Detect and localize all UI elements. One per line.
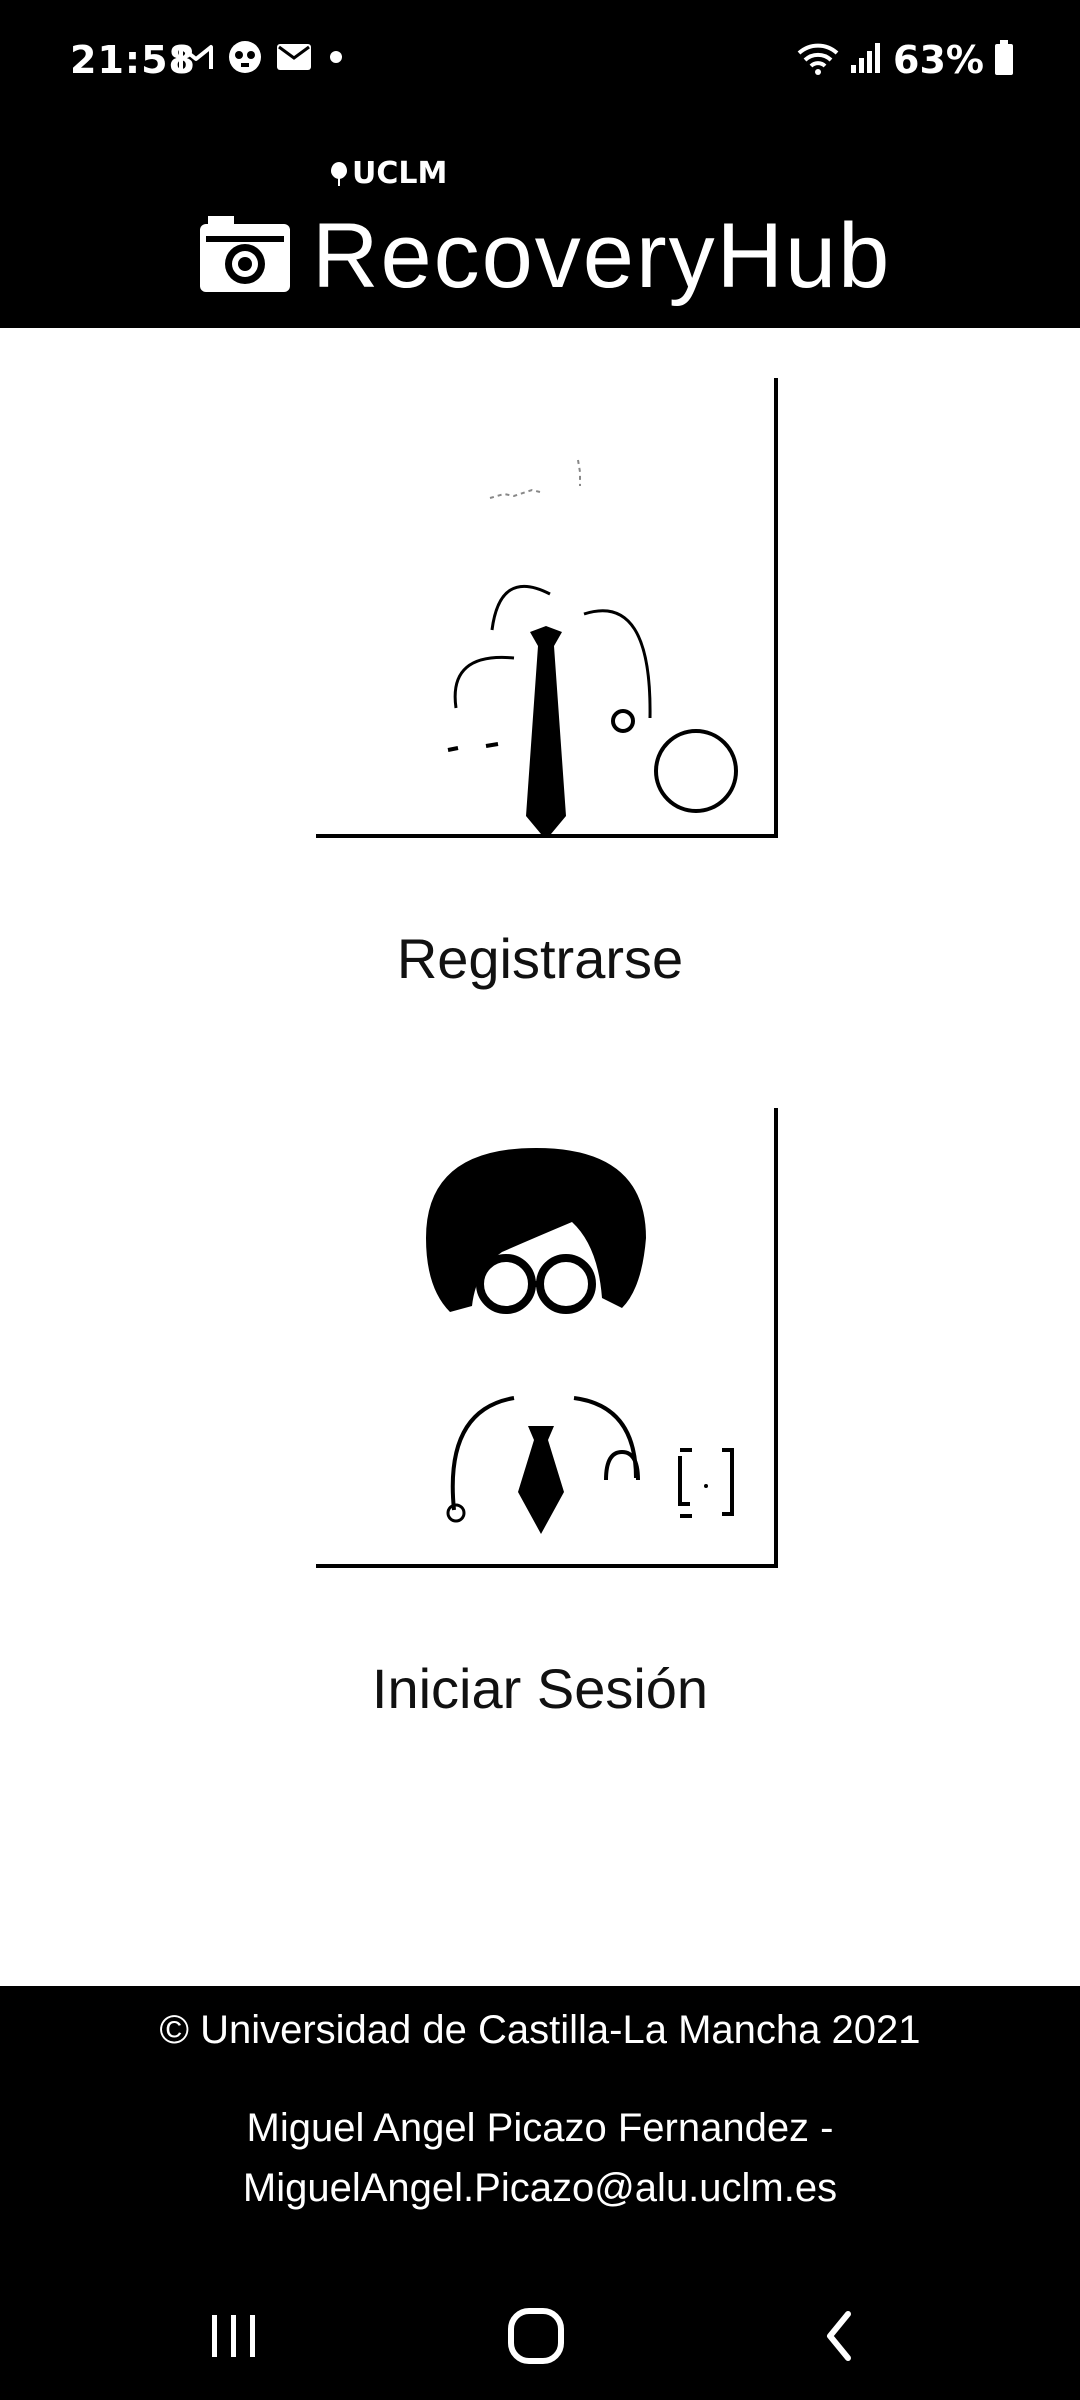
system-icons: 63% [797,38,1014,82]
doctor-filled-icon [426,1148,734,1534]
footer: © Universidad de Castilla-La Mancha 2021… [0,1986,1080,2400]
back-icon[interactable] [800,2296,880,2376]
register-button[interactable]: Registrarse [0,926,1080,991]
app-name: RecoveryHub [312,205,892,307]
recent-apps-icon[interactable] [194,2296,274,2376]
app-header: UCLM RecoveryHub [0,120,1080,328]
mail-icon [276,43,312,76]
copyright-text: © Universidad de Castilla-La Mancha 2021 [159,2008,921,2052]
dot-icon [326,47,346,72]
uclm-emblem-icon [330,161,348,186]
navigation-bar [0,2276,1080,2400]
wifi-icon [797,41,839,80]
skull-icon [228,40,262,79]
camera-icon [198,214,292,299]
doctor-outline-icon [447,459,738,838]
uclm-logo: UCLM [330,156,447,191]
status-bar: 21:58 63% [0,0,1080,120]
brand-row: RecoveryHub [198,210,891,302]
battery-icon [994,39,1014,81]
author-email: MiguelAngel.Picazo@alu.uclm.es [242,2166,838,2210]
login-card[interactable] [316,1108,778,1568]
gmail-icon [178,43,214,76]
signal-icon [849,41,883,80]
battery-percentage: 63% [893,38,984,82]
notification-icons [178,40,346,79]
uclm-text: UCLM [352,156,448,191]
author-name: Miguel Angel Picazo Fernandez - [246,2106,834,2150]
author-info: Miguel Angel Picazo Fernandez - MiguelAn… [0,2098,1080,2218]
home-icon[interactable] [496,2296,576,2376]
login-button[interactable]: Iniciar Sesión [0,1656,1080,1721]
register-card[interactable] [316,378,778,838]
